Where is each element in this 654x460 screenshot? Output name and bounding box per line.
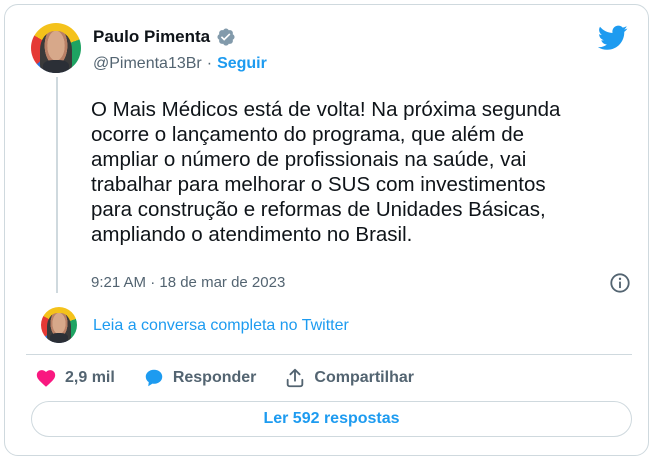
tweet-text: O Mais Médicos está de volta! Na próxima… xyxy=(91,98,561,246)
reply-bubble-icon xyxy=(145,369,163,387)
thread-avatar[interactable] xyxy=(41,307,77,343)
share-label: Compartilhar xyxy=(314,369,414,386)
tweet-card: Paulo Pimenta @Pimenta13Br · Seguir O Ma… xyxy=(4,4,649,456)
divider xyxy=(26,354,632,355)
handle-separator: · xyxy=(206,55,213,72)
share-icon xyxy=(287,368,304,388)
tweet-actions: 2,9 mil Responder Compartilhar xyxy=(35,367,442,389)
verified-badge-icon xyxy=(217,28,235,46)
author-display-name[interactable]: Paulo Pimenta xyxy=(93,27,210,47)
heart-icon xyxy=(36,370,56,387)
like-count: 2,9 mil xyxy=(65,369,115,386)
author-avatar[interactable] xyxy=(31,23,81,73)
author-handle-row: @Pimenta13Br · Seguir xyxy=(93,55,267,73)
author-name-row: Paulo Pimenta xyxy=(93,27,236,47)
thread-connector-line xyxy=(56,77,58,293)
reply-action[interactable]: Responder xyxy=(143,367,257,389)
read-conversation-link[interactable]: Leia a conversa completa no Twitter xyxy=(93,317,349,335)
share-action[interactable]: Compartilhar xyxy=(284,367,414,389)
author-handle[interactable]: @Pimenta13Br xyxy=(93,55,202,73)
twitter-bird-icon[interactable] xyxy=(598,25,628,51)
follow-button[interactable]: Seguir xyxy=(217,55,267,73)
reply-label: Responder xyxy=(172,369,257,386)
read-replies-button[interactable]: Ler 592 respostas xyxy=(31,401,632,437)
info-icon[interactable] xyxy=(609,272,631,294)
tweet-timestamp[interactable]: 9:21 AM · 18 de mar de 2023 xyxy=(91,274,285,291)
like-action[interactable]: 2,9 mil xyxy=(35,367,115,389)
